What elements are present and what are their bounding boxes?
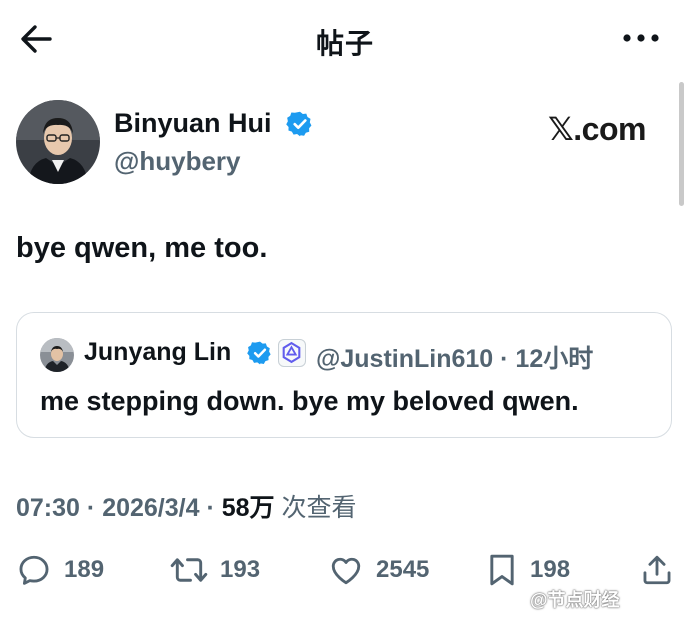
separator-dot: · [206,494,215,522]
affiliate-badge-icon [278,339,306,367]
retweet-button[interactable]: 193 [170,550,260,590]
quoted-tweet-card[interactable] [16,312,672,438]
author-handle[interactable]: @huybery [114,146,241,177]
heart-icon [331,557,361,585]
page-title: 帖子 [315,28,374,59]
qwen-logo-icon [282,341,301,364]
view-count-label: 次查看 [281,494,357,522]
view-count: 58万 [221,494,275,522]
avatar-photo [16,100,100,184]
separator-dot: · [86,494,96,522]
quoted-avatar-photo [40,338,74,372]
quoted-author-name[interactable]: Junyang Lin [84,338,231,367]
watermark: @节点财经 [530,590,620,610]
bookmark-icon [490,554,514,586]
tweet-meta: 07:30 · 2026/3/4 · 58万 次查看 [16,488,357,524]
author-name[interactable]: Binyuan Hui [114,108,272,139]
share-button[interactable] [640,550,674,590]
bookmark-count: 198 [530,556,571,583]
tweet-time[interactable]: 07:30 [16,494,80,522]
quoted-tweet-text: me stepping down. bye my beloved qwen. [40,386,579,416]
avatar[interactable] [16,100,100,184]
like-count: 2545 [376,556,430,583]
verified-badge-icon [247,341,271,365]
more-horizontal-icon[interactable] [620,26,662,50]
like-button[interactable]: 2545 [328,550,429,590]
scrollbar[interactable] [679,82,684,206]
verified-badge-icon [286,111,312,137]
retweet-count: 193 [220,556,261,583]
share-icon [643,555,671,585]
tweet-date[interactable]: 2026/3/4 [102,494,199,522]
bookmark-button[interactable]: 198 [486,550,570,590]
reply-icon [19,555,49,585]
quoted-avatar[interactable] [40,338,74,372]
retweet-icon [170,558,208,582]
quoted-handle-time[interactable]: @JustinLin610 · 12小时 [316,339,593,375]
reply-button[interactable]: 189 [16,550,104,590]
reply-count: 189 [64,556,105,583]
source-logo: 𝕏.com [548,111,646,147]
tweet-text: bye qwen, me too. [16,232,268,264]
